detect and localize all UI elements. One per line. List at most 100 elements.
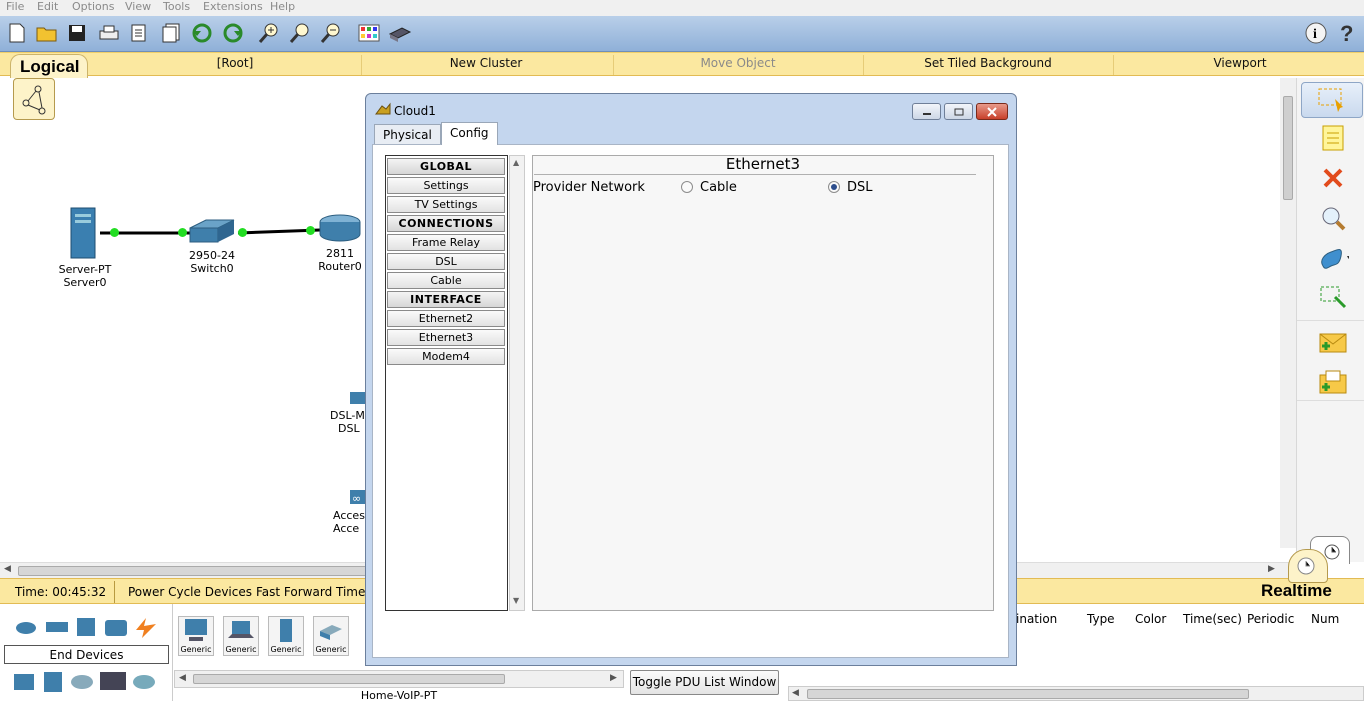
pdu-column-destination[interactable]: ination	[1016, 612, 1057, 626]
dsl-modem-device[interactable]: DSL-M DSL	[330, 388, 370, 435]
pdu-column-periodic[interactable]: Periodic	[1247, 612, 1294, 626]
help-icon[interactable]: ?	[1334, 20, 1360, 46]
pdu-column-num[interactable]: Num	[1311, 612, 1339, 626]
sidebar-item-modem4[interactable]: Modem4	[387, 348, 505, 365]
sidebar-scrollbar[interactable]: ▲ ▼	[509, 155, 525, 611]
fast-forward-time-button[interactable]: Fast Forward Time	[256, 585, 365, 599]
bar-divider	[361, 55, 362, 75]
switch-icon	[189, 219, 235, 243]
pdu-column-type[interactable]: Type	[1087, 612, 1115, 626]
sidebar-item-cable[interactable]: Cable	[387, 272, 505, 289]
menu-file[interactable]: File	[6, 0, 24, 13]
print-icon[interactable]	[96, 20, 122, 46]
inspect-icon[interactable]	[1317, 202, 1349, 234]
menu-view[interactable]: View	[125, 0, 151, 13]
activity-wizard-icon[interactable]	[126, 20, 152, 46]
server-icon	[70, 207, 96, 259]
new-file-icon[interactable]	[4, 20, 30, 46]
palette-icon[interactable]	[356, 20, 382, 46]
pdu-column-color[interactable]: Color	[1135, 612, 1166, 626]
access-point-device[interactable]: ∞ Acces Acce	[333, 486, 369, 535]
sidebar-item-dsl[interactable]: DSL	[387, 253, 505, 270]
toggle-pdu-list-button[interactable]: Toggle PDU List Window	[630, 670, 779, 695]
sidebar-item-ethernet2[interactable]: Ethernet2	[387, 310, 505, 327]
generic-device-pc[interactable]: Generic	[178, 616, 214, 656]
menu-tools[interactable]: Tools	[163, 0, 190, 13]
svg-text:i: i	[1313, 27, 1317, 42]
tab-physical[interactable]: Physical	[374, 124, 441, 145]
undo-icon[interactable]	[189, 20, 215, 46]
select-tool-icon[interactable]	[1301, 82, 1363, 118]
workspace-vertical-scrollbar[interactable]	[1280, 78, 1296, 548]
device-label: Generic	[225, 645, 257, 654]
sidebar-item-settings[interactable]: Settings	[387, 177, 505, 194]
power-cycle-devices-button[interactable]: Power Cycle Devices	[128, 585, 252, 599]
radio-cable-label[interactable]: Cable	[700, 180, 737, 195]
scroll-down-arrow-icon[interactable]: ▼	[513, 596, 519, 605]
delete-icon[interactable]	[1317, 162, 1349, 194]
scroll-right-arrow-icon[interactable]: ▶	[610, 673, 617, 683]
scroll-thumb[interactable]	[807, 689, 1249, 699]
server-device[interactable]: Server-PT Server0	[50, 206, 120, 289]
set-tiled-background-button[interactable]: Set Tiled Background	[905, 56, 1071, 70]
radio-dsl-label[interactable]: DSL	[847, 180, 873, 195]
custom-devices-icon[interactable]	[158, 20, 184, 46]
draw-shape-icon[interactable]	[1317, 242, 1349, 274]
close-button[interactable]	[976, 103, 1008, 120]
menu-options[interactable]: Options	[72, 0, 114, 13]
sidebar-header-interface: INTERFACE	[387, 291, 505, 308]
redo-icon[interactable]	[220, 20, 246, 46]
scroll-right-arrow-icon[interactable]: ▶	[1268, 564, 1275, 574]
router-device[interactable]: 2811 Router0	[314, 212, 366, 273]
realtime-mode-icon[interactable]	[1288, 549, 1328, 583]
resize-shape-icon[interactable]	[1317, 282, 1349, 314]
zoom-out-icon[interactable]	[318, 20, 344, 46]
maximize-button[interactable]	[944, 103, 973, 120]
pdu-column-time[interactable]: Time(sec)	[1183, 612, 1242, 626]
device-name: Switch0	[190, 262, 234, 275]
panel-title: Ethernet3	[725, 155, 801, 173]
scroll-left-arrow-icon[interactable]: ◀	[179, 673, 186, 683]
pdu-list-scrollbar[interactable]: ◀	[788, 686, 1364, 701]
place-note-icon[interactable]	[1317, 122, 1349, 154]
minimize-button[interactable]	[912, 103, 941, 120]
generic-device-server[interactable]: Generic	[268, 616, 304, 656]
switch-device[interactable]: 2950-24 Switch0	[180, 218, 244, 275]
scroll-thumb[interactable]	[18, 566, 368, 576]
generic-device-laptop[interactable]: Generic	[223, 616, 259, 656]
root-breadcrumb[interactable]: [Root]	[205, 56, 265, 70]
zoom-reset-icon[interactable]	[287, 20, 313, 46]
menu-help[interactable]: Help	[270, 0, 295, 13]
menu-extensions[interactable]: Extensions	[203, 0, 263, 13]
sidebar-item-frame-relay[interactable]: Frame Relay	[387, 234, 505, 251]
viewport-button[interactable]: Viewport	[1200, 56, 1280, 70]
logical-view-icon[interactable]	[13, 78, 55, 120]
add-simple-pdu-icon[interactable]	[1317, 326, 1349, 358]
tab-config[interactable]: Config	[441, 122, 498, 145]
provider-network-label: Provider Network	[533, 180, 645, 195]
zoom-in-icon[interactable]	[256, 20, 282, 46]
device-name: Acce	[333, 522, 360, 535]
open-folder-icon[interactable]	[34, 20, 60, 46]
add-complex-pdu-icon[interactable]	[1317, 366, 1349, 398]
radio-cable[interactable]	[681, 181, 693, 193]
scroll-left-arrow-icon[interactable]: ◀	[4, 564, 11, 574]
generic-device-printer[interactable]: Generic	[313, 616, 349, 656]
scroll-left-arrow-icon[interactable]: ◀	[792, 688, 799, 698]
menu-edit[interactable]: Edit	[37, 0, 58, 13]
scroll-thumb[interactable]	[193, 674, 505, 684]
logical-tab[interactable]: Logical	[10, 54, 88, 78]
end-device-types	[12, 668, 162, 696]
new-cluster-button[interactable]: New Cluster	[420, 56, 552, 70]
sidebar-item-ethernet3[interactable]: Ethernet3	[387, 329, 505, 346]
save-icon[interactable]	[64, 20, 90, 46]
scroll-thumb[interactable]	[1283, 96, 1293, 200]
move-object-button[interactable]: Move Object	[670, 56, 806, 70]
access-point-icon: ∞	[350, 490, 368, 505]
radio-dsl[interactable]	[828, 181, 840, 193]
sidebar-item-tv-settings[interactable]: TV Settings	[387, 196, 505, 213]
custom-device-dialog-icon[interactable]	[387, 20, 413, 46]
scroll-up-arrow-icon[interactable]: ▲	[513, 158, 519, 167]
device-list-scrollbar[interactable]: ◀ ▶	[174, 670, 624, 688]
info-icon[interactable]: i	[1303, 20, 1329, 46]
